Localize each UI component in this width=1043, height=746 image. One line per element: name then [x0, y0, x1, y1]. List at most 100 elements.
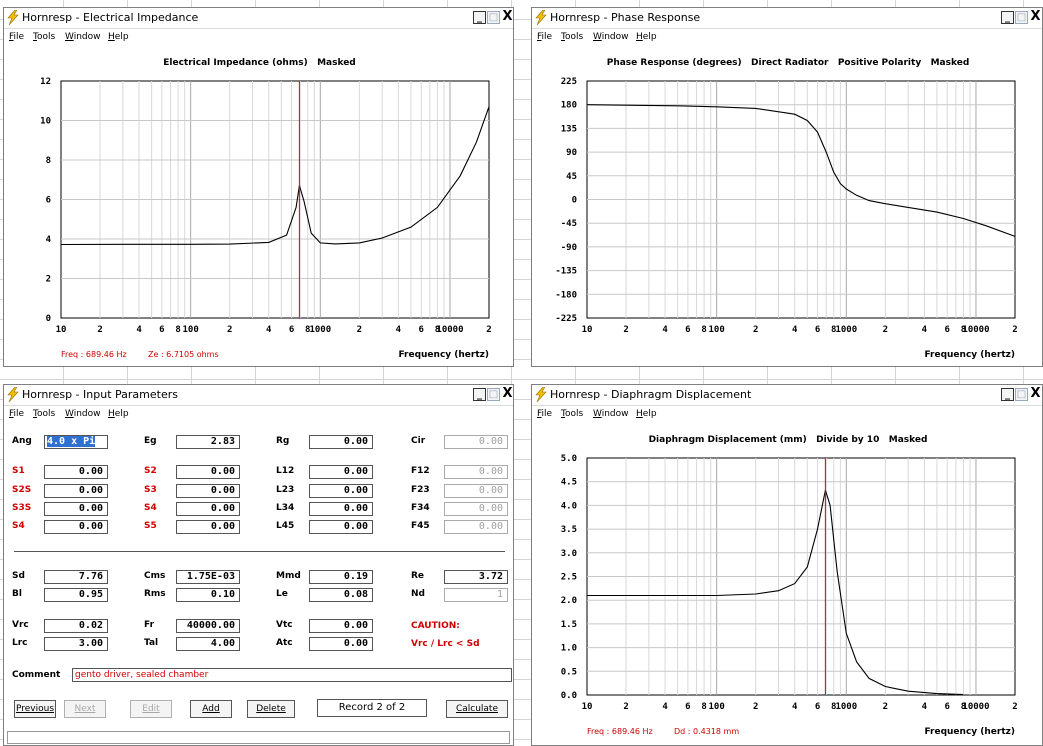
- menu-window[interactable]: Window: [593, 32, 629, 42]
- x-tick-label: 2: [1012, 325, 1017, 335]
- menu-tools[interactable]: Tools: [561, 409, 583, 419]
- param-field-s3s[interactable]: 0.00: [44, 502, 108, 516]
- parameter-grid: Ang 4.0 x Pi Eg 2.83 Rg 0.00 Cir 0.00 S1 0.00 S2 0.…: [4, 385, 513, 745]
- menu-window[interactable]: Window: [65, 32, 101, 42]
- param-field-ang[interactable]: 4.0 x Pi: [44, 435, 108, 449]
- param-field-s1[interactable]: 0.00: [44, 465, 108, 479]
- param-field-le[interactable]: 0.08: [309, 588, 373, 602]
- param-field-f45[interactable]: 0.00: [444, 520, 508, 534]
- param-field-eg[interactable]: 2.83: [176, 435, 240, 449]
- minimize-button[interactable]: _: [1001, 11, 1014, 24]
- param-label-s2: S2: [144, 466, 157, 476]
- previous-button[interactable]: Previous: [14, 700, 56, 718]
- param-field-atc[interactable]: 0.00: [309, 637, 373, 651]
- menu-help[interactable]: Help: [636, 409, 657, 419]
- param-field-l34[interactable]: 0.00: [309, 502, 373, 516]
- menu-window[interactable]: Window: [593, 409, 629, 419]
- param-field-bl[interactable]: 0.95: [44, 588, 108, 602]
- y-tick-label: 0.5: [561, 667, 577, 677]
- displacement-chart[interactable]: 0.00.51.01.52.02.53.03.54.04.55.010 2 4 6 8 1…: [532, 447, 1042, 746]
- param-field-cir[interactable]: 0.00: [444, 435, 508, 449]
- minimize-button[interactable]: _: [1001, 388, 1014, 401]
- menu-help[interactable]: Help: [108, 32, 129, 42]
- param-field-rg[interactable]: 0.00: [309, 435, 373, 449]
- param-field-sd[interactable]: 7.76: [44, 570, 108, 584]
- x-tick-label: 6: [685, 325, 690, 335]
- menu-tools[interactable]: Tools: [561, 32, 583, 42]
- param-field-cms[interactable]: 1.75E-03: [176, 570, 240, 584]
- maximize-button[interactable]: □: [487, 11, 500, 24]
- x-tick-label: 2: [357, 325, 362, 335]
- param-field-f12[interactable]: 0.00: [444, 465, 508, 479]
- param-label-eg: Eg: [144, 436, 157, 446]
- next-button[interactable]: Next: [64, 700, 106, 718]
- param-field-s4[interactable]: 0.00: [176, 502, 240, 516]
- impedance-window[interactable]: Hornresp - Electrical Impedance _ □ X Fi…: [3, 7, 514, 367]
- impedance-chart[interactable]: 02468101210 2 4 6 8 100 2 4 6 8 1000 2 4 6 810000 2Freq…: [4, 70, 513, 367]
- param-field-s5[interactable]: 0.00: [176, 520, 240, 534]
- close-button[interactable]: X: [1029, 10, 1042, 24]
- add-button[interactable]: Add: [190, 700, 232, 718]
- y-tick-label: 3.0: [561, 549, 577, 559]
- param-field-f34[interactable]: 0.00: [444, 502, 508, 516]
- delete-button[interactable]: Delete: [247, 700, 295, 718]
- param-label-rms: Rms: [144, 589, 166, 599]
- x-tick-label: 2: [883, 325, 888, 335]
- param-field-l12[interactable]: 0.00: [309, 465, 373, 479]
- menu-file[interactable]: File: [537, 32, 552, 42]
- phase-chart[interactable]: -225-180-135-90-450459013518022510 2 4 6 8 10…: [532, 70, 1042, 367]
- param-field-l45[interactable]: 0.00: [309, 520, 373, 534]
- param-field-fr[interactable]: 40000.00: [176, 619, 240, 633]
- input-parameters-window[interactable]: Hornresp - Input Parameters _ □ X File T…: [3, 384, 514, 746]
- x-axis-label: Frequency (hertz): [398, 350, 489, 360]
- menu-file[interactable]: File: [9, 32, 24, 42]
- menu-tools[interactable]: Tools: [33, 32, 55, 42]
- menu-file[interactable]: File: [537, 409, 552, 419]
- minimize-button[interactable]: _: [473, 11, 486, 24]
- phase-window[interactable]: Hornresp - Phase Response _ □ X File Too…: [531, 7, 1043, 367]
- menu-help[interactable]: Help: [636, 32, 657, 42]
- param-field-mmd[interactable]: 0.19: [309, 570, 373, 584]
- param-field-s2s[interactable]: 0.00: [44, 484, 108, 498]
- comment-field[interactable]: gento driver, sealed chamber: [72, 668, 512, 682]
- y-tick-label: 1.0: [561, 644, 577, 654]
- param-label-cir: Cir: [411, 436, 426, 446]
- param-label-s2s: S2S: [12, 485, 32, 495]
- y-tick-label: 8: [46, 156, 51, 166]
- param-field-s3[interactable]: 0.00: [176, 484, 240, 498]
- x-tick-label: 4: [136, 325, 142, 335]
- param-field-vtc[interactable]: 0.00: [309, 619, 373, 633]
- param-field-s2[interactable]: 0.00: [176, 465, 240, 479]
- edit-button[interactable]: Edit: [130, 700, 172, 718]
- param-field-lrc[interactable]: 3.00: [44, 637, 108, 651]
- x-tick-label: 6: [815, 702, 820, 712]
- maximize-button[interactable]: □: [1015, 11, 1028, 24]
- x-tick-label: 2: [753, 702, 758, 712]
- param-field-f23[interactable]: 0.00: [444, 484, 508, 498]
- maximize-button[interactable]: □: [1015, 388, 1028, 401]
- param-field-vrc[interactable]: 0.02: [44, 619, 108, 633]
- frequency-readout: Freq : 689.46 Hz: [61, 350, 127, 359]
- x-tick-label: 8: [701, 325, 706, 335]
- y-tick-label: 10: [40, 117, 51, 127]
- param-field-s4[interactable]: 0.00: [44, 520, 108, 534]
- calculate-button[interactable]: Calculate: [446, 700, 508, 718]
- impedance-titlebar[interactable]: Hornresp - Electrical Impedance _ □ X: [4, 8, 513, 29]
- close-button[interactable]: X: [1029, 387, 1042, 401]
- param-field-nd[interactable]: 1: [444, 588, 508, 602]
- displacement-titlebar[interactable]: Hornresp - Diaphragm Displacement _ □ X: [532, 385, 1042, 406]
- param-label-l12: L12: [276, 466, 295, 476]
- param-field-rms[interactable]: 0.10: [176, 588, 240, 602]
- impedance-window-title: Hornresp - Electrical Impedance: [22, 11, 199, 24]
- close-button[interactable]: X: [501, 10, 513, 24]
- x-tick-label: 6: [685, 702, 690, 712]
- x-tick-label: 2: [1012, 702, 1017, 712]
- param-label-f12: F12: [411, 466, 430, 476]
- phase-menubar: File Tools Window Help: [532, 29, 1042, 45]
- param-field-l23[interactable]: 0.00: [309, 484, 373, 498]
- param-field-tal[interactable]: 4.00: [176, 637, 240, 651]
- displacement-window[interactable]: Hornresp - Diaphragm Displacement _ □ X …: [531, 384, 1043, 746]
- phase-titlebar[interactable]: Hornresp - Phase Response _ □ X: [532, 8, 1042, 29]
- param-field-re[interactable]: 3.72: [444, 570, 508, 584]
- param-label-f23: F23: [411, 485, 430, 495]
